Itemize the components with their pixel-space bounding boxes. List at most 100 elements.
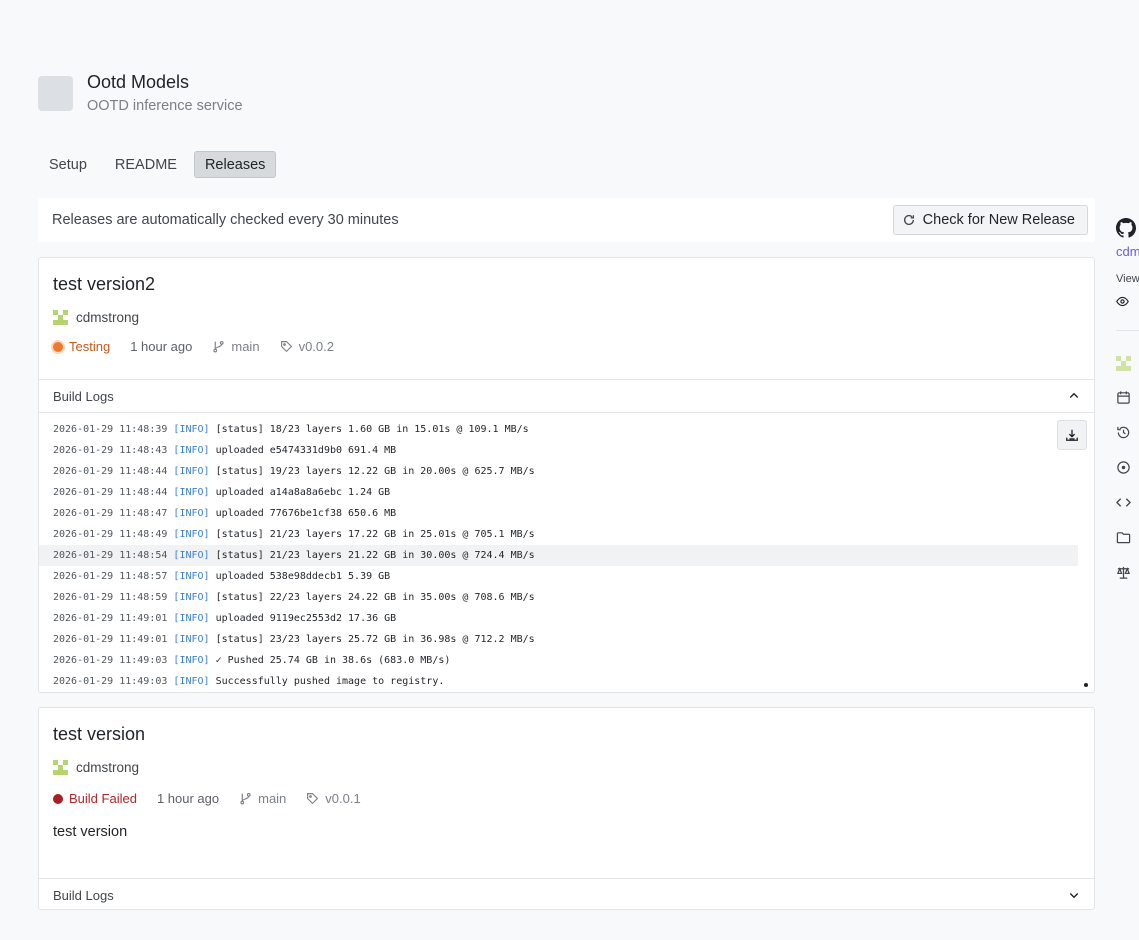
github-icon[interactable]: [1116, 218, 1136, 238]
download-logs-button[interactable]: [1057, 420, 1087, 450]
log-level: [INFO]: [173, 445, 210, 456]
log-level: [INFO]: [173, 613, 210, 624]
release-description: test version: [53, 824, 128, 840]
build-log-output[interactable]: 2026-01-29 11:48:39 [INFO] [status] 18/2…: [39, 412, 1094, 693]
log-line: 2026-01-29 11:49:03 [INFO] ✓ Pushed 25.7…: [39, 650, 1078, 671]
branch-name: main: [231, 339, 260, 354]
refresh-icon: [903, 214, 914, 225]
release-author: cdmstrong: [53, 760, 1080, 775]
view-label: View: [1116, 273, 1139, 285]
branch-name: main: [258, 791, 287, 806]
log-line: 2026-01-29 11:48:49 [INFO] [status] 21/2…: [39, 524, 1078, 545]
release-time: 1 hour ago: [156, 791, 220, 806]
repo-link[interactable]: cdm: [1116, 244, 1139, 259]
scale-icon: [1116, 566, 1131, 579]
notice-text: Releases are automatically checked every…: [52, 212, 399, 228]
folder-icon: [1116, 532, 1131, 544]
log-timestamp: 2026-01-29 11:48:57: [53, 571, 168, 582]
log-message: [status] 22/23 layers 24.22 GB in 35.00s…: [215, 592, 535, 603]
check-release-label: Check for New Release: [922, 212, 1075, 228]
build-logs-label: Build Logs: [53, 388, 114, 404]
log-level: [INFO]: [173, 487, 210, 498]
log-timestamp: 2026-01-29 11:48:44: [53, 487, 168, 498]
log-message: uploaded 77676be1cf38 650.6 MB: [215, 508, 397, 519]
scrollbar-thumb[interactable]: [1084, 683, 1088, 687]
check-release-button[interactable]: Check for New Release: [892, 205, 1088, 235]
release-meta: Build Failed 1 hour ago main v0.0.1: [53, 791, 1080, 806]
status-dot-icon: [53, 341, 63, 352]
log-message: ✓ Pushed 25.74 GB in 38.6s (683.0 MB/s): [215, 655, 451, 666]
log-message: [status] 19/23 layers 12.22 GB in 20.00s…: [215, 466, 535, 477]
log-line: 2026-01-29 11:48:39 [INFO] [status] 18/2…: [39, 419, 1078, 440]
tab-setup[interactable]: Setup: [38, 151, 98, 178]
tag-name: v0.0.1: [325, 791, 361, 806]
app-subtitle: OOTD inference service: [87, 98, 243, 114]
log-level: [INFO]: [173, 466, 210, 477]
author-avatar: [53, 310, 68, 325]
log-timestamp: 2026-01-29 11:49:01: [53, 634, 168, 645]
app-avatar: [38, 76, 73, 111]
log-line: 2026-01-29 11:49:01 [INFO] [status] 23/2…: [39, 629, 1078, 650]
release-tag: v0.0.1: [306, 791, 361, 806]
release-time: 1 hour ago: [130, 339, 193, 354]
log-line: 2026-01-29 11:48:44 [INFO] [status] 19/2…: [39, 461, 1078, 482]
tab-readme[interactable]: README: [104, 151, 188, 178]
author-name: cdmstrong: [76, 310, 140, 325]
tag-icon: [307, 793, 319, 805]
author-avatar: [53, 760, 68, 775]
log-message: uploaded 538e98ddecb1 5.39 GB: [215, 571, 391, 582]
history-icon: [1117, 426, 1130, 439]
log-level: [INFO]: [173, 655, 210, 666]
log-line: 2026-01-29 11:48:47 [INFO] uploaded 7767…: [39, 503, 1078, 524]
release-card: test version2 cdmstrong Testing 1 hour a…: [38, 257, 1095, 693]
release-title: test version: [53, 724, 146, 744]
status-text: Testing: [69, 339, 111, 354]
eye-icon: [1116, 296, 1129, 307]
app-header: Ootd Models OOTD inference service: [38, 72, 243, 114]
log-message: Successfully pushed image to registry.: [215, 676, 445, 687]
release-card: test version cdmstrong Build Failed 1 ho…: [38, 707, 1095, 910]
log-lines: 2026-01-29 11:48:39 [INFO] [status] 18/2…: [39, 413, 1094, 692]
download-icon: [1066, 429, 1078, 441]
calendar-icon: [1117, 391, 1130, 404]
log-level: [INFO]: [173, 634, 210, 645]
sidebar-divider: [1116, 330, 1139, 331]
log-line: 2026-01-29 11:48:43 [INFO] uploaded e547…: [39, 440, 1078, 461]
log-line: 2026-01-29 11:49:03 [INFO] Successfully …: [39, 671, 1078, 692]
log-level: [INFO]: [173, 571, 210, 582]
status-dot-icon: [53, 793, 63, 804]
log-line: 2026-01-29 11:48:44 [INFO] uploaded a14a…: [39, 482, 1078, 503]
status-badge: Build Failed: [53, 791, 137, 806]
release-branch: main: [239, 791, 286, 806]
log-timestamp: 2026-01-29 11:48:54: [53, 550, 168, 561]
tab-bar: Setup README Releases: [38, 151, 277, 178]
log-timestamp: 2026-01-29 11:49:03: [53, 655, 168, 666]
log-timestamp: 2026-01-29 11:48:49: [53, 529, 168, 540]
log-level: [INFO]: [173, 424, 210, 435]
log-message: uploaded 9119ec2553d2 17.36 GB: [215, 613, 397, 624]
log-message: uploaded e5474331d9b0 691.4 MB: [215, 445, 397, 456]
log-message: [status] 23/23 layers 25.72 GB in 36.98s…: [215, 634, 535, 645]
log-message: [status] 21/23 layers 21.22 GB in 30.00s…: [215, 550, 535, 561]
build-logs-label: Build Logs: [53, 887, 114, 903]
circle-dot-icon: [1117, 461, 1130, 474]
log-timestamp: 2026-01-29 11:48:59: [53, 592, 168, 603]
tab-releases[interactable]: Releases: [193, 151, 277, 178]
author-name: cdmstrong: [76, 760, 140, 775]
tag-name: v0.0.2: [298, 339, 334, 354]
build-logs-toggle[interactable]: Build Logs: [39, 379, 1094, 412]
log-timestamp: 2026-01-29 11:48:39: [53, 424, 168, 435]
log-message: uploaded a14a8a8a6ebc 1.24 GB: [215, 487, 391, 498]
log-line: 2026-01-29 11:48:59 [INFO] [status] 22/2…: [39, 587, 1078, 608]
log-level: [INFO]: [173, 529, 210, 540]
log-line: 2026-01-29 11:48:57 [INFO] uploaded 538e…: [39, 566, 1078, 587]
git-branch-icon: [213, 340, 224, 353]
release-tag: v0.0.2: [280, 339, 334, 354]
chevron-down-icon: [1069, 893, 1079, 899]
log-message: [status] 21/23 layers 17.22 GB in 25.01s…: [215, 529, 535, 540]
build-logs-toggle[interactable]: Build Logs: [39, 878, 1094, 911]
contributor-avatar[interactable]: [1116, 356, 1131, 371]
log-level: [INFO]: [173, 676, 210, 687]
status-text: Build Failed: [69, 791, 137, 806]
status-badge: Testing: [53, 339, 110, 354]
